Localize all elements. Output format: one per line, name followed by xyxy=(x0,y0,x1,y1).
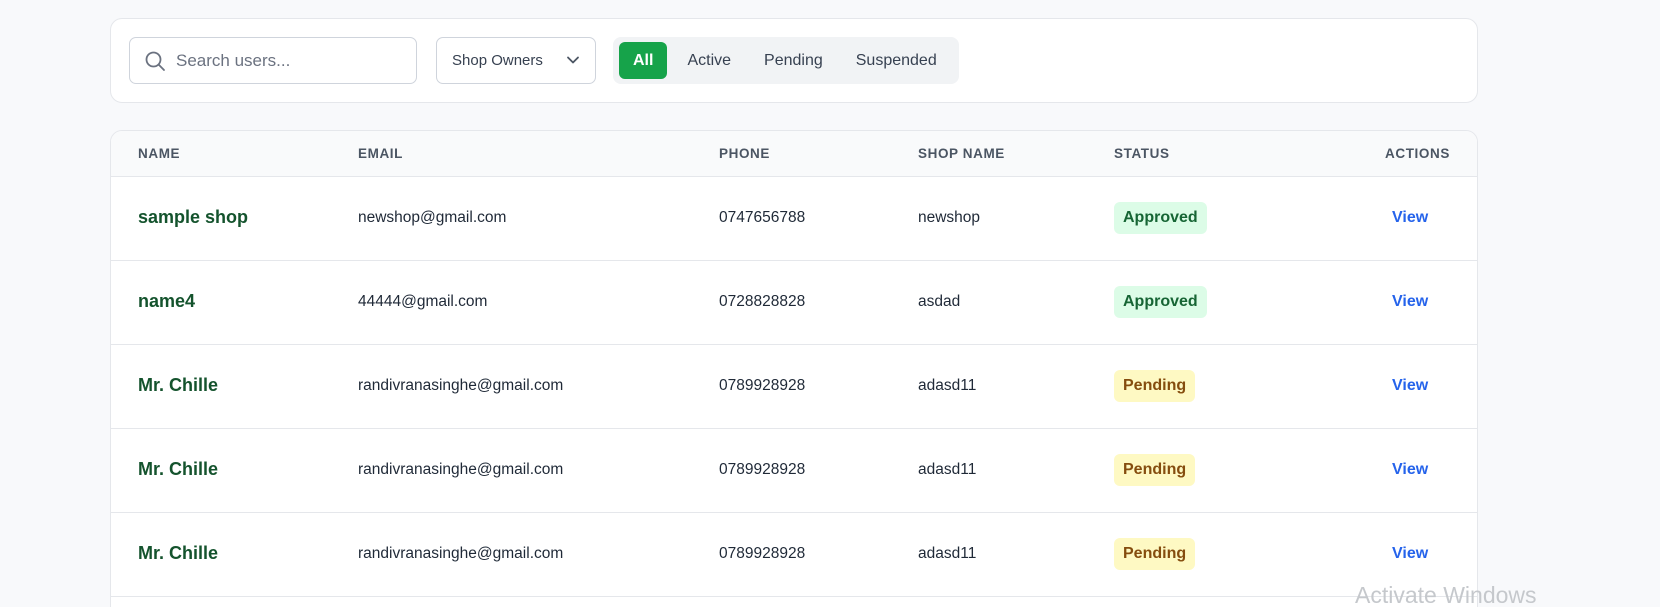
shop-name: adasd11 xyxy=(918,461,977,478)
tab-all[interactable]: All xyxy=(619,42,668,79)
column-header-shop-name: SHOP NAME xyxy=(918,146,1005,161)
page: Shop Owners All Active Pending Suspended… xyxy=(0,0,1660,607)
table-row: Mr. Chille randivranasinghe@gmail.com 07… xyxy=(111,429,1477,513)
user-name: name4 xyxy=(138,291,196,311)
user-name: Mr. Chille xyxy=(138,375,219,395)
shop-name: newshop xyxy=(918,209,981,226)
search-input[interactable] xyxy=(176,50,396,71)
view-button[interactable]: View xyxy=(1392,461,1428,479)
user-phone: 0728828828 xyxy=(719,293,806,310)
activate-windows-watermark: Activate Windows xyxy=(1355,582,1537,607)
status-tabs: All Active Pending Suspended xyxy=(613,37,959,84)
user-email: randivranasinghe@gmail.com xyxy=(358,377,564,394)
filter-bar: Shop Owners All Active Pending Suspended xyxy=(110,18,1478,103)
view-button[interactable]: View xyxy=(1392,209,1428,227)
column-header-email: EMAIL xyxy=(358,146,403,161)
role-select[interactable]: Shop Owners xyxy=(436,37,596,84)
user-phone: 0747656788 xyxy=(719,209,806,226)
chevron-down-icon xyxy=(565,52,581,68)
user-phone: 0789928928 xyxy=(719,461,806,478)
column-header-actions: ACTIONS xyxy=(1385,146,1450,161)
user-email: newshop@gmail.com xyxy=(358,209,507,226)
status-badge: Approved xyxy=(1114,286,1207,318)
user-name: Mr. Chille xyxy=(138,543,219,563)
status-badge: Approved xyxy=(1114,202,1207,234)
user-phone: 0789928928 xyxy=(719,377,806,394)
table-row: Mr. Chille randivranasinghe@gmail.com 07… xyxy=(111,345,1477,429)
users-table: NAME EMAIL PHONE SHOP NAME STATUS ACTION… xyxy=(110,130,1478,607)
user-name: Mr. Chille xyxy=(138,459,219,479)
user-phone: 0789928928 xyxy=(719,545,806,562)
column-header-status: STATUS xyxy=(1114,146,1170,161)
role-select-value: Shop Owners xyxy=(452,52,543,69)
column-header-phone: PHONE xyxy=(719,146,771,161)
view-button[interactable]: View xyxy=(1392,293,1428,311)
status-badge: Pending xyxy=(1114,370,1196,402)
status-badge: Pending xyxy=(1114,538,1196,570)
search-icon xyxy=(144,50,166,72)
table-row: sample shop newshop@gmail.com 0747656788… xyxy=(111,177,1477,261)
table-row: Mr. Chille randivranasinghe@gmail.com 07… xyxy=(111,513,1477,597)
status-badge: Pending xyxy=(1114,454,1196,486)
user-email: randivranasinghe@gmail.com xyxy=(358,461,564,478)
tab-suspended[interactable]: Suspended xyxy=(843,42,950,79)
shop-name: adasd11 xyxy=(918,545,977,562)
tab-active[interactable]: Active xyxy=(674,42,744,79)
table-header: NAME EMAIL PHONE SHOP NAME STATUS ACTION… xyxy=(111,131,1477,177)
table-row: name4 44444@gmail.com 0728828828 asdad A… xyxy=(111,261,1477,345)
shop-name: asdad xyxy=(918,293,961,310)
tab-pending[interactable]: Pending xyxy=(751,42,836,79)
view-button[interactable]: View xyxy=(1392,377,1428,395)
column-header-name: NAME xyxy=(138,146,181,161)
user-email: randivranasinghe@gmail.com xyxy=(358,545,564,562)
user-name: sample shop xyxy=(138,207,249,227)
shop-name: adasd11 xyxy=(918,377,977,394)
user-email: 44444@gmail.com xyxy=(358,293,488,310)
view-button[interactable]: View xyxy=(1392,545,1428,563)
search-box[interactable] xyxy=(129,37,417,84)
